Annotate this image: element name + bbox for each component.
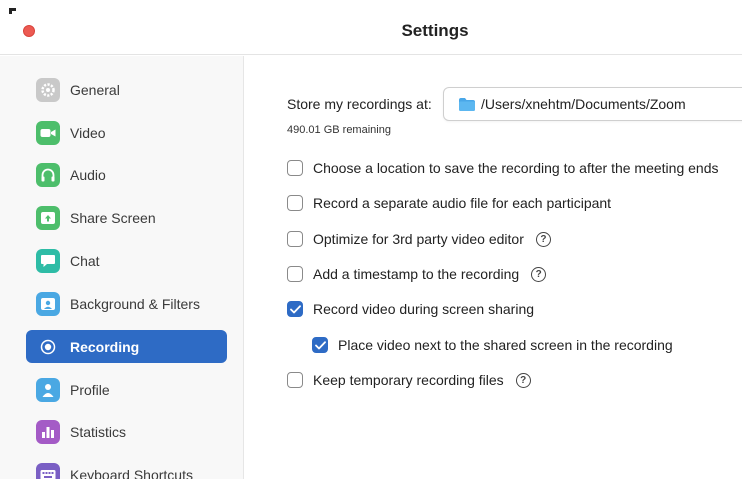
sidebar-item-recording[interactable]: Recording bbox=[26, 330, 227, 363]
recording-option-checkbox[interactable] bbox=[287, 231, 303, 247]
recording-option-row: Add a timestamp to the recording? bbox=[287, 264, 547, 284]
bar-chart-icon bbox=[36, 419, 60, 444]
sidebar-item-profile[interactable]: Profile bbox=[26, 373, 227, 406]
video-camera-icon bbox=[36, 120, 60, 145]
sidebar-item-background-filters[interactable]: Background & Filters bbox=[26, 287, 227, 320]
sidebar-item-chat[interactable]: Chat bbox=[26, 244, 227, 277]
sidebar-item-label: General bbox=[70, 81, 120, 98]
sidebar-item-label: Video bbox=[70, 124, 106, 141]
recording-option-label[interactable]: Choose a location to save the recording … bbox=[313, 160, 718, 176]
title-bar: Settings bbox=[0, 0, 742, 55]
help-question-icon[interactable]: ? bbox=[515, 372, 531, 388]
sidebar-item-label: Chat bbox=[70, 252, 100, 269]
recording-option-row: Optimize for 3rd party video editor? bbox=[287, 229, 551, 249]
gear-icon bbox=[36, 77, 60, 102]
recording-option-row: Record a separate audio file for each pa… bbox=[287, 193, 611, 213]
recording-option-row: Place video next to the shared screen in… bbox=[312, 335, 673, 355]
sidebar-item-label: Profile bbox=[70, 381, 110, 398]
sidebar-item-general[interactable]: General bbox=[26, 73, 227, 106]
recording-option-row: Choose a location to save the recording … bbox=[287, 158, 718, 178]
headphones-icon bbox=[36, 162, 60, 187]
recording-path-selector[interactable]: /Users/xnehtm/Documents/Zoom bbox=[443, 87, 742, 121]
window-title: Settings bbox=[401, 21, 469, 40]
recording-option-checkbox[interactable] bbox=[287, 301, 303, 317]
sidebar-item-video[interactable]: Video bbox=[26, 116, 227, 149]
folder-icon bbox=[459, 98, 475, 111]
help-question-icon[interactable]: ? bbox=[531, 266, 547, 282]
share-screen-icon bbox=[36, 205, 60, 230]
recording-settings-panel: Store my recordings at: /Users/xnehtm/Do… bbox=[245, 56, 742, 479]
sidebar-item-label: Background & Filters bbox=[70, 295, 200, 312]
sidebar-item-label: Statistics bbox=[70, 423, 127, 440]
portrait-icon bbox=[36, 291, 60, 316]
sidebar-item-label: Keyboard Shortcuts bbox=[70, 466, 193, 479]
sidebar-item-audio[interactable]: Audio bbox=[26, 158, 227, 191]
sidebar-item-label: Share Screen bbox=[70, 209, 156, 226]
sidebar-item-statistics[interactable]: Statistics bbox=[26, 415, 227, 448]
recording-option-label[interactable]: Add a timestamp to the recording bbox=[313, 266, 519, 282]
recording-option-row: Keep temporary recording files? bbox=[287, 370, 531, 390]
recording-option-checkbox[interactable] bbox=[287, 372, 303, 388]
recording-option-label[interactable]: Record video during screen sharing bbox=[313, 301, 534, 317]
recording-option-checkbox[interactable] bbox=[287, 266, 303, 282]
recording-option-label[interactable]: Record a separate audio file for each pa… bbox=[313, 195, 611, 211]
sidebar-item-keyboard-shortcuts[interactable]: Keyboard Shortcuts bbox=[26, 458, 227, 479]
recording-option-checkbox[interactable] bbox=[287, 160, 303, 176]
recording-option-row: Record video during screen sharing bbox=[287, 299, 534, 319]
recording-option-label[interactable]: Optimize for 3rd party video editor bbox=[313, 231, 524, 247]
person-icon bbox=[36, 377, 60, 402]
recording-option-label[interactable]: Keep temporary recording files bbox=[313, 372, 504, 388]
recording-path-text: /Users/xnehtm/Documents/Zoom bbox=[481, 96, 686, 112]
record-icon bbox=[36, 335, 60, 359]
checkmark-icon bbox=[289, 304, 301, 313]
storage-remaining-text: 490.01 GB remaining bbox=[287, 124, 391, 136]
chat-bubble-icon bbox=[36, 248, 60, 273]
help-question-icon[interactable]: ? bbox=[535, 231, 551, 247]
sidebar-item-share-screen[interactable]: Share Screen bbox=[26, 201, 227, 234]
settings-sidebar: General Video Audio Share Screen Chat Backgro… bbox=[0, 56, 244, 479]
store-recordings-label: Store my recordings at: bbox=[287, 96, 432, 112]
recording-option-checkbox[interactable] bbox=[287, 195, 303, 211]
recording-option-label[interactable]: Place video next to the shared screen in… bbox=[338, 337, 673, 353]
corner-mark bbox=[9, 8, 16, 14]
keyboard-icon bbox=[36, 462, 60, 479]
sidebar-item-label: Recording bbox=[70, 338, 140, 355]
sidebar-item-label: Audio bbox=[70, 166, 106, 183]
recording-option-checkbox[interactable] bbox=[312, 337, 328, 353]
checkmark-icon bbox=[314, 340, 326, 349]
